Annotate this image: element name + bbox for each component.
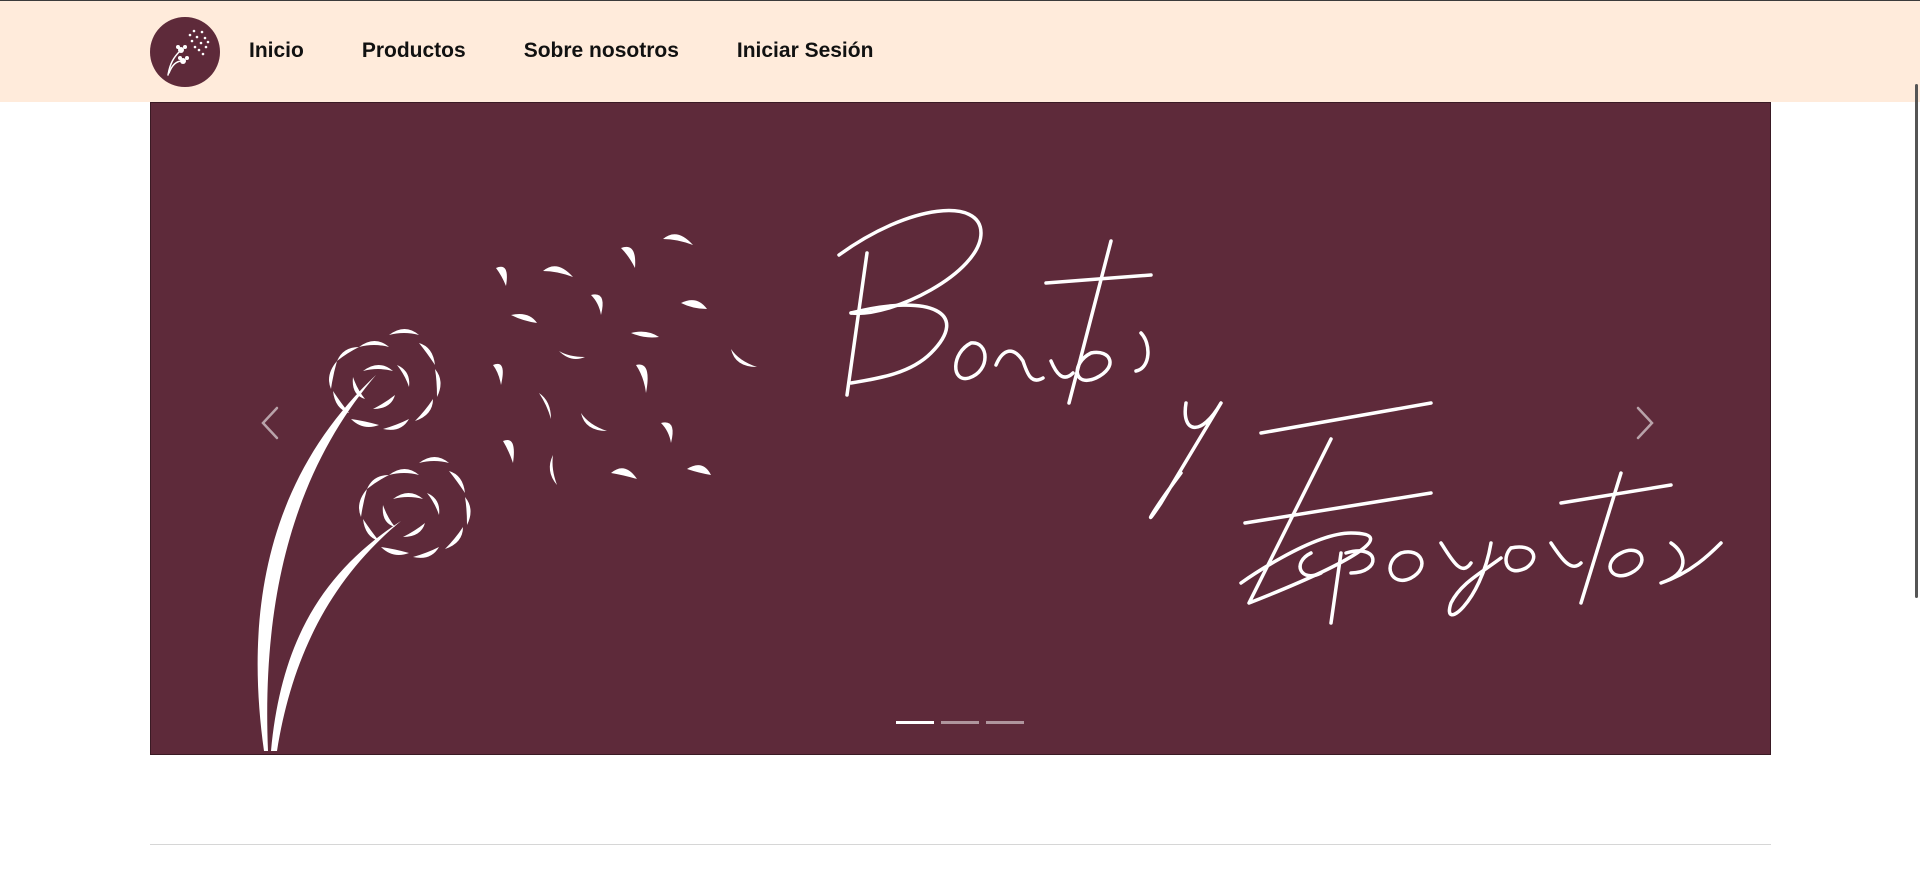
page-scrollbar[interactable] (1915, 84, 1918, 598)
carousel-prev-button[interactable] (251, 398, 291, 448)
nav-link-inicio[interactable]: Inicio (249, 39, 304, 63)
section-divider (150, 844, 1771, 845)
dandelion-banner-image (257, 208, 1723, 751)
carousel-indicator-3[interactable] (986, 721, 1024, 724)
hero-carousel (150, 102, 1771, 755)
carousel-indicators (896, 721, 1024, 724)
chevron-left-icon (261, 406, 279, 440)
main-nav: Inicio Productos Sobre nosotros Iniciar … (249, 39, 931, 63)
chevron-right-icon (1636, 406, 1654, 440)
top-navbar: Inicio Productos Sobre nosotros Iniciar … (0, 0, 1920, 102)
dandelion-logo-icon[interactable] (150, 17, 220, 87)
nav-link-productos[interactable]: Productos (362, 39, 466, 63)
nav-link-sobre-nosotros[interactable]: Sobre nosotros (524, 39, 679, 63)
nav-link-iniciar-sesion[interactable]: Iniciar Sesión (737, 39, 874, 63)
carousel-next-button[interactable] (1624, 398, 1664, 448)
carousel-indicator-1[interactable] (896, 721, 934, 724)
carousel-indicator-2[interactable] (941, 721, 979, 724)
